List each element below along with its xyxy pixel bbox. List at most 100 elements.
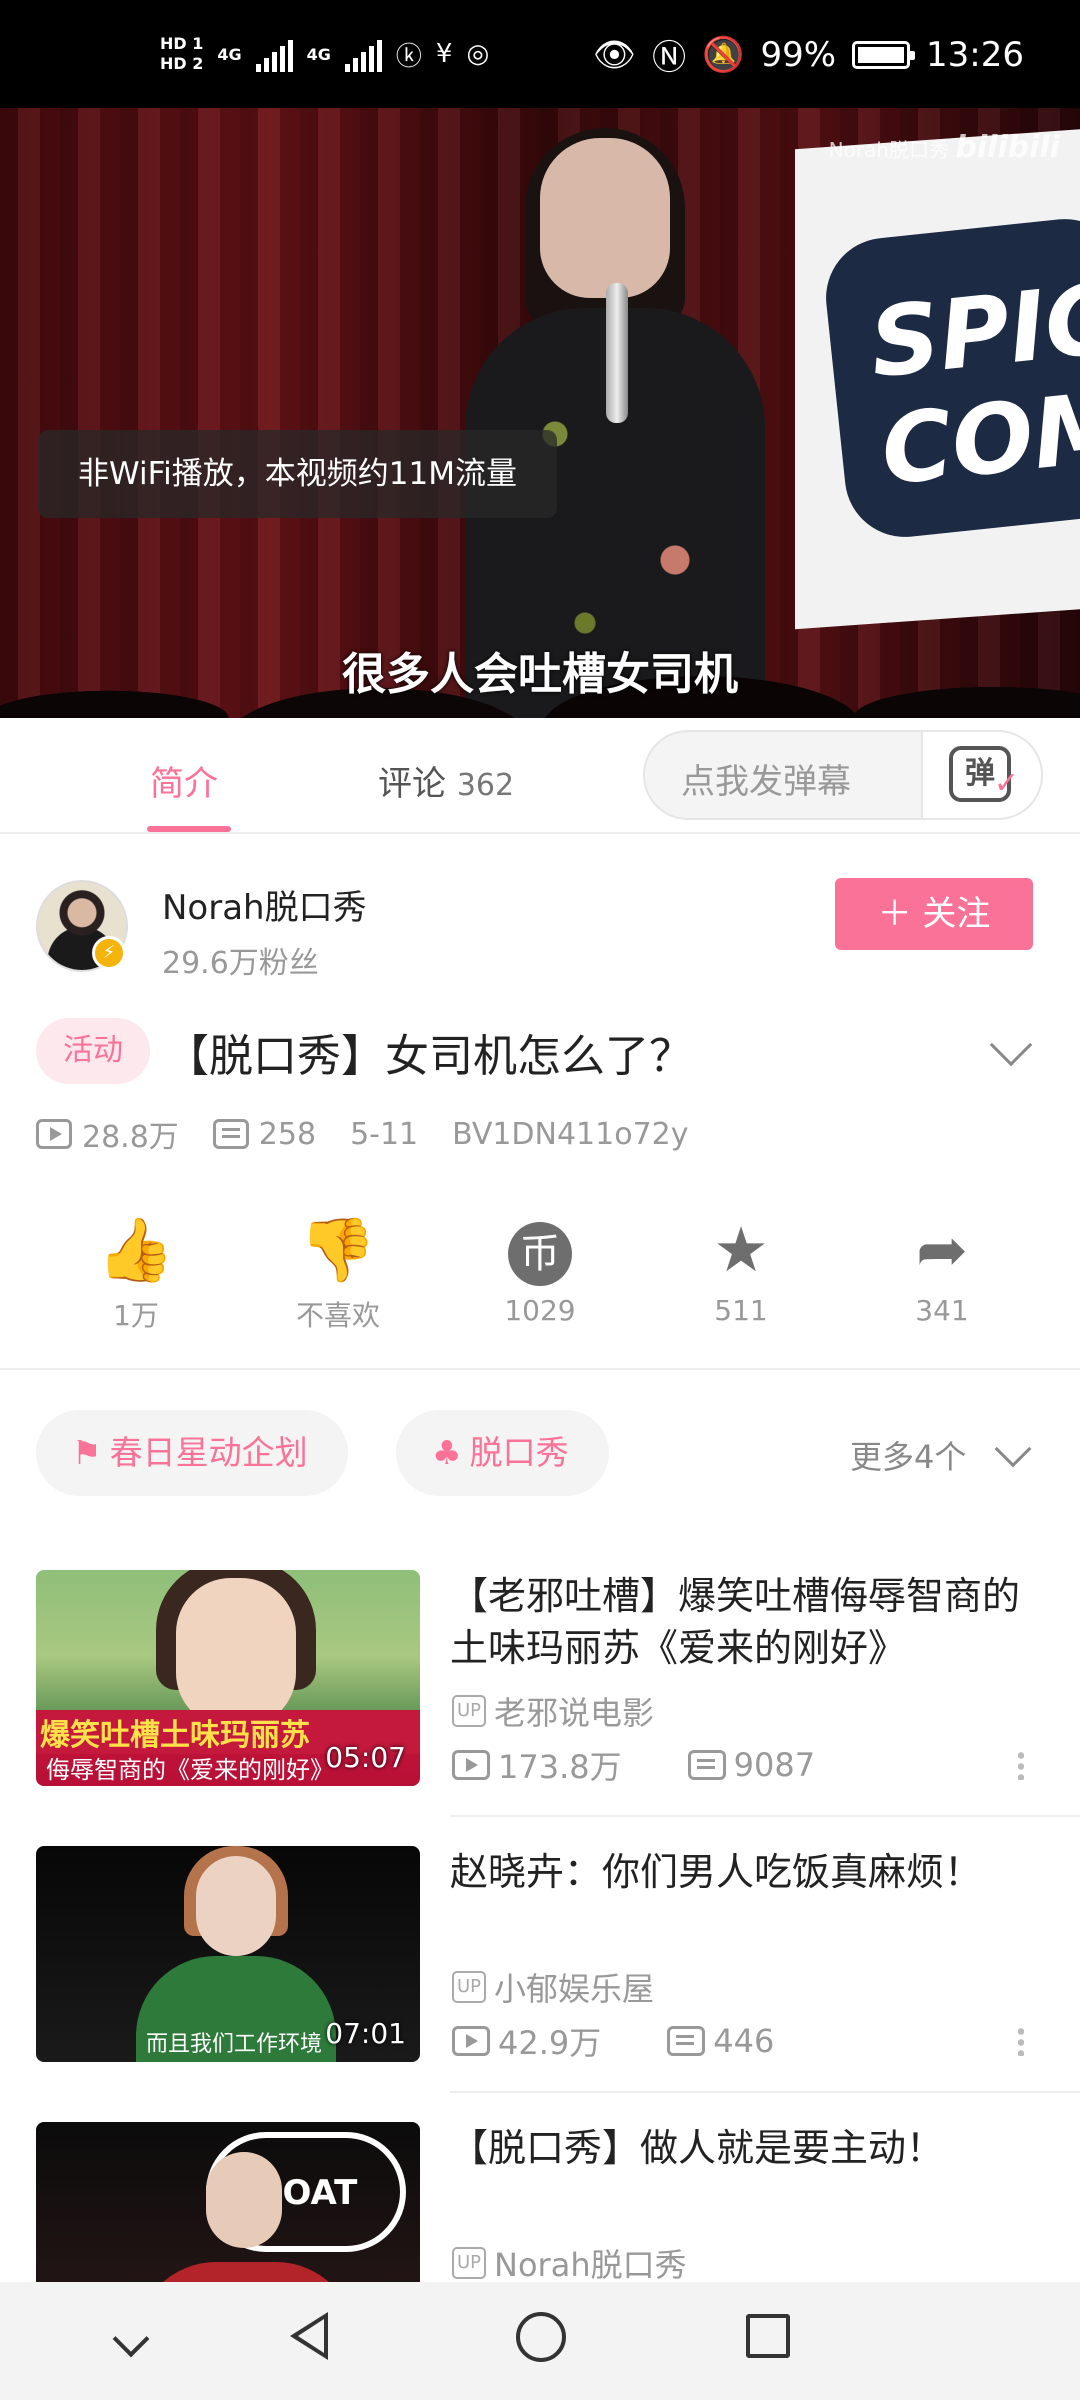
thumbnail-caption: 而且我们工作环境 <box>146 2032 323 2057</box>
network-label-1: 4G <box>217 44 242 64</box>
hd2-label: HD 2 <box>160 54 204 73</box>
related-uploader: UP 小郁娱乐屋 <box>452 1964 654 2010</box>
dislike-label: 不喜欢 <box>295 1299 380 1332</box>
status-left: HD 1 HD 2 4G 4G ⓚ ¥ ◎ <box>160 34 489 74</box>
divider <box>0 1368 1080 1370</box>
topic-tag-standup[interactable]: ♣ 脱口秀 <box>396 1410 609 1496</box>
list-divider <box>450 1815 1080 1817</box>
tab-comments-label: 评论 <box>378 764 446 804</box>
related-uploader-name: Norah脱口秀 <box>494 2246 687 2284</box>
danmaku-count-icon <box>687 1750 726 1780</box>
favorite-count: 511 <box>714 1294 768 1327</box>
list-divider <box>450 2091 1080 2093</box>
uploader-fans: 29.6万粉丝 <box>162 946 319 981</box>
network-label-2: 4G <box>306 44 331 64</box>
up-badge-icon: UP <box>452 1695 487 1727</box>
video-title: 【脱口秀】女司机怎么了？ <box>165 1031 693 1082</box>
performer-face <box>540 138 670 298</box>
share-icon: ➦ <box>916 1213 968 1286</box>
video-watermark: Norah脱口秀 bilibili <box>829 130 1060 165</box>
related-video-item[interactable]: 爆笑吐槽土味玛丽苏 侮辱智商的《爱来的刚好》 05:07 【老邪吐槽】爆笑吐槽侮… <box>0 1570 1080 1846</box>
danmaku-toggle-button[interactable]: 弹 <box>921 732 1041 818</box>
battery-icon <box>852 40 916 69</box>
view-count: 28.8万 <box>82 1120 179 1155</box>
related-danmaku: 446 <box>713 2022 775 2060</box>
follow-button[interactable]: ＋ 关注 <box>835 878 1033 950</box>
microphone <box>606 283 628 423</box>
play-count-icon <box>36 1119 72 1149</box>
up-badge-icon: UP <box>452 2247 487 2279</box>
topic-tag-standup-label: 脱口秀 <box>469 1433 569 1472</box>
activity-tag[interactable]: 活动 <box>36 1018 150 1084</box>
coin-button[interactable]: 币 1029 <box>460 1210 620 1327</box>
mute-icon: 🔕 <box>702 34 745 75</box>
related-uploader-name: 老邪说电影 <box>494 1694 655 1732</box>
tab-comments[interactable]: 评论 362 <box>378 756 514 805</box>
more-topics-button[interactable]: 更多4个 <box>850 1432 966 1478</box>
related-stats: 42.9万 446 <box>452 2018 774 2064</box>
expand-chevron-icon[interactable] <box>989 1023 1033 1067</box>
related-uploader: UP Norah脱口秀 <box>452 2240 687 2286</box>
more-options-icon[interactable] <box>1018 1750 1024 1780</box>
video-thumbnail[interactable]: 而且我们工作环境 07:01 <box>36 1846 420 2062</box>
nfc-icon: Ⓝ <box>652 38 687 78</box>
related-views: 173.8万 <box>498 1748 622 1786</box>
bilibili-logo: bilibili <box>955 130 1060 165</box>
star-icon: ★ <box>713 1213 769 1286</box>
more-options-icon[interactable] <box>1018 2026 1024 2056</box>
uploader-name[interactable]: Norah脱口秀 <box>162 880 367 929</box>
system-nav-bar <box>0 2282 1080 2400</box>
favorite-button[interactable]: ★ 511 <box>661 1210 821 1327</box>
related-video-title[interactable]: 【老邪吐槽】爆笑吐槽侮辱智商的土味玛丽苏《爱来的刚好》 <box>450 1570 1050 1674</box>
danmaku-placeholder: 点我发弹幕 <box>681 762 851 802</box>
recent-apps-icon[interactable] <box>746 2314 790 2358</box>
status-right: 👁 Ⓝ 🔕 99% 13:26 <box>593 30 1024 79</box>
signal-icon-2 <box>344 36 382 72</box>
related-video-title[interactable]: 赵晓卉：你们男人吃饭真麻烦！ <box>450 1846 1050 1898</box>
related-stats: 173.8万 9087 <box>452 1742 815 1788</box>
topic-tag-spring-label: 春日星动企划 <box>109 1433 308 1472</box>
related-uploader: UP 老邪说电影 <box>452 1688 654 1734</box>
video-player[interactable]: SPIC COME Norah脱口秀 bilibili 非WiFi播放，本视频约… <box>0 108 1080 718</box>
video-duration: 05:07 <box>325 1741 406 1774</box>
location-icon: ◎ <box>466 39 490 69</box>
like-button[interactable]: 👍 1万 <box>56 1210 216 1334</box>
danmaku-icon: 弹 <box>949 746 1019 808</box>
related-uploader-name: 小郁娱乐屋 <box>494 1970 655 2008</box>
play-count-icon <box>452 1750 490 1780</box>
danmaku-input[interactable]: 点我发弹幕 弹 <box>643 730 1043 820</box>
battery-percent: 99% <box>760 34 837 75</box>
publish-date: 5-11 <box>350 1116 419 1152</box>
k-icon: ⓚ <box>395 41 422 72</box>
pay-icon: ¥ <box>435 39 453 69</box>
up-badge-icon: UP <box>452 1971 487 2003</box>
signal-icon-1 <box>255 36 293 72</box>
topic-tag-spring[interactable]: ⚑ 春日星动企划 <box>36 1410 348 1496</box>
danmaku-count-icon <box>212 1119 249 1149</box>
network-toast: 非WiFi播放，本视频约11M流量 <box>38 430 557 518</box>
back-icon[interactable] <box>290 2312 328 2360</box>
coin-count: 1029 <box>504 1294 576 1327</box>
video-thumbnail[interactable]: 爆笑吐槽土味玛丽苏 侮辱智商的《爱来的刚好》 05:07 <box>36 1570 420 1786</box>
dislike-button[interactable]: 👎 不喜欢 <box>258 1210 418 1334</box>
related-video-title[interactable]: 【脱口秀】做人就是要主动！ <box>450 2122 1050 2174</box>
bvid: BV1DN411o72y <box>452 1116 689 1152</box>
tab-comments-count: 362 <box>456 768 515 803</box>
home-icon[interactable] <box>516 2312 566 2362</box>
eye-icon: 👁 <box>592 34 637 75</box>
stage-sign-text: SPIC COME <box>820 213 1080 543</box>
watermark-name: Norah脱口秀 <box>828 138 949 162</box>
status-bar: HD 1 HD 2 4G 4G ⓚ ¥ ◎ 👁 Ⓝ 🔕 99% 13:26 <box>0 0 1080 108</box>
tab-intro[interactable]: 简介 <box>150 756 218 805</box>
video-meta: 28.8万 258 5-11 BV1DN411o72y <box>36 1112 689 1156</box>
thumbs-up-icon: 👍 <box>97 1213 175 1286</box>
thumbs-down-icon: 👎 <box>299 1213 377 1286</box>
share-button[interactable]: ➦ 341 <box>862 1210 1022 1327</box>
video-duration: 07:01 <box>325 2017 406 2050</box>
hide-keyboard-chevron-icon[interactable] <box>112 2320 150 2358</box>
coin-icon: 币 <box>508 1221 572 1286</box>
related-views: 42.9万 <box>498 2024 602 2062</box>
share-count: 341 <box>915 1294 969 1327</box>
chevron-down-icon[interactable] <box>994 1430 1032 1468</box>
related-video-item[interactable]: 而且我们工作环境 07:01 赵晓卉：你们男人吃饭真麻烦！ UP 小郁娱乐屋 4… <box>0 1846 1080 2122</box>
